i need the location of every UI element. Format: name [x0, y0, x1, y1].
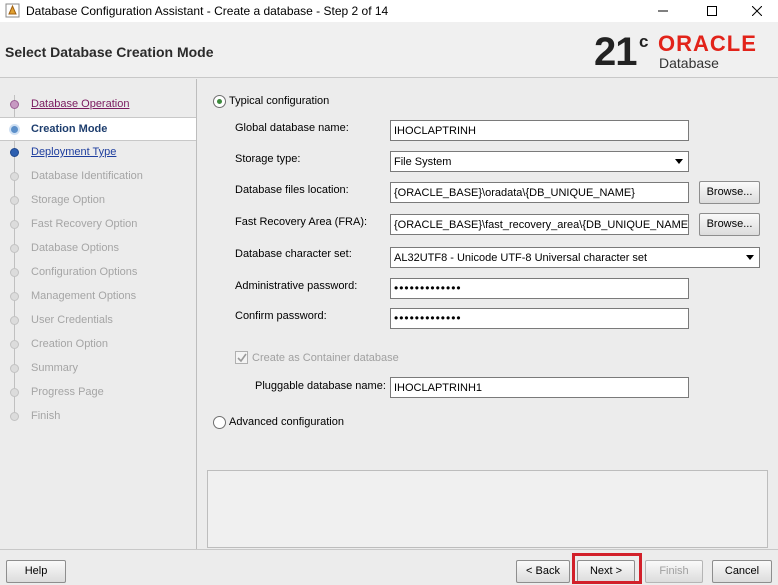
- header: Select Database Creation Mode 21 c ORACL…: [0, 22, 778, 78]
- close-button[interactable]: [734, 0, 778, 22]
- nav-item-label: Finish: [31, 410, 61, 422]
- typical-configuration-radio[interactable]: [213, 95, 226, 108]
- nav-item-label: Creation Option: [31, 338, 109, 350]
- nav-item-label: Database Operation: [31, 98, 130, 110]
- step-pending-icon: [10, 244, 19, 253]
- nav-item-label: Database Identification: [31, 170, 143, 182]
- nav-item-label: Database Options: [31, 242, 120, 254]
- step-pending-icon: [10, 172, 19, 181]
- maximize-button[interactable]: [689, 0, 735, 22]
- step-next-icon: [10, 148, 19, 157]
- logo-product: Database: [659, 55, 719, 71]
- title-bar: Database Configuration Assistant - Creat…: [0, 0, 778, 22]
- pdb-name-label: Pluggable database name:: [255, 380, 386, 392]
- db-files-location-label: Database files location:: [235, 184, 349, 196]
- nav-item-database-operation[interactable]: Database Operation: [0, 93, 196, 117]
- storage-type-value: File System: [394, 156, 452, 168]
- step-pending-icon: [10, 316, 19, 325]
- nav-item-label: Summary: [31, 362, 79, 374]
- chevron-down-icon: [746, 255, 754, 260]
- nav-item-deployment-type[interactable]: Deployment Type: [0, 141, 196, 165]
- logo-version-suffix: c: [639, 32, 649, 51]
- step-pending-icon: [10, 292, 19, 301]
- message-pane: [207, 470, 768, 548]
- page-title: Select Database Creation Mode: [5, 44, 214, 60]
- nav-item-label: Storage Option: [31, 194, 105, 206]
- nav-item-storage-option: Storage Option: [0, 189, 196, 213]
- confirm-password-label: Confirm password:: [235, 310, 327, 322]
- pdb-name-input[interactable]: IHOCLAPTRINH1: [390, 377, 689, 398]
- help-button[interactable]: Help: [6, 560, 66, 583]
- step-pending-icon: [10, 412, 19, 421]
- typical-configuration-label[interactable]: Typical configuration: [229, 95, 329, 107]
- advanced-configuration-radio[interactable]: [213, 416, 226, 429]
- logo-version: 21: [594, 30, 637, 74]
- fra-browse-button[interactable]: Browse...: [699, 213, 760, 236]
- nav-item-label: Creation Mode: [31, 123, 108, 135]
- oracle-logo: 21 c ORACLE Database: [594, 30, 774, 74]
- step-pending-icon: [10, 340, 19, 349]
- db-files-location-input[interactable]: {ORACLE_BASE}\oradata\{DB_UNIQUE_NAME}: [390, 182, 689, 203]
- step-current-icon: [9, 124, 20, 135]
- nav-item-database-identification: Database Identification: [0, 165, 196, 189]
- main-panel: Typical configuration Global database na…: [198, 79, 778, 549]
- nav-item-creation-option: Creation Option: [0, 333, 196, 357]
- chevron-down-icon: [675, 159, 683, 164]
- back-button[interactable]: < Back: [516, 560, 570, 583]
- container-db-checkbox[interactable]: [235, 351, 248, 364]
- storage-type-label: Storage type:: [235, 153, 301, 165]
- step-done-icon: [10, 100, 19, 109]
- finish-button: Finish: [645, 560, 703, 583]
- nav-item-label: Progress Page: [31, 386, 104, 398]
- step-pending-icon: [10, 220, 19, 229]
- storage-type-select[interactable]: File System: [390, 151, 689, 172]
- nav-item-summary: Summary: [0, 357, 196, 381]
- step-pending-icon: [10, 196, 19, 205]
- admin-password-input[interactable]: •••••••••••••: [390, 278, 689, 299]
- step-pending-icon: [10, 268, 19, 277]
- nav-item-label: Configuration Options: [31, 266, 138, 278]
- step-navigation: Database Operation Creation Mode Deploym…: [0, 79, 197, 549]
- checkmark-icon: [237, 353, 247, 363]
- minimize-icon: [658, 6, 668, 16]
- nav-item-creation-mode[interactable]: Creation Mode: [0, 117, 196, 141]
- app-icon: [5, 3, 20, 18]
- confirm-password-input[interactable]: •••••••••••••: [390, 308, 689, 329]
- nav-item-label: Management Options: [31, 290, 137, 302]
- nav-item-label: Deployment Type: [31, 146, 117, 158]
- nav-item-user-credentials: User Credentials: [0, 309, 196, 333]
- charset-label: Database character set:: [235, 248, 352, 260]
- db-files-browse-button[interactable]: Browse...: [699, 181, 760, 204]
- nav-item-label: User Credentials: [31, 314, 113, 326]
- nav-item-configuration-options: Configuration Options: [0, 261, 196, 285]
- nav-item-finish: Finish: [0, 405, 196, 429]
- close-icon: [752, 6, 762, 16]
- step-pending-icon: [10, 388, 19, 397]
- fra-input[interactable]: {ORACLE_BASE}\fast_recovery_area\{DB_UNI…: [390, 214, 689, 235]
- next-button-highlight: [572, 553, 642, 584]
- nav-item-fast-recovery-option: Fast Recovery Option: [0, 213, 196, 237]
- container-db-label: Create as Container database: [252, 352, 399, 364]
- logo-brand: ORACLE: [658, 31, 757, 56]
- nav-item-label: Fast Recovery Option: [31, 218, 138, 230]
- charset-select[interactable]: AL32UTF8 - Unicode UTF-8 Universal chara…: [390, 247, 760, 268]
- nav-item-management-options: Management Options: [0, 285, 196, 309]
- window-title: Database Configuration Assistant - Creat…: [26, 4, 389, 18]
- step-pending-icon: [10, 364, 19, 373]
- global-db-name-input[interactable]: IHOCLAPTRINH: [390, 120, 689, 141]
- minimize-button[interactable]: [640, 0, 686, 22]
- charset-value: AL32UTF8 - Unicode UTF-8 Universal chara…: [394, 252, 648, 264]
- cancel-button[interactable]: Cancel: [712, 560, 772, 583]
- footer: Help < Back Next > Finish Cancel: [0, 549, 778, 585]
- global-db-name-label: Global database name:: [235, 122, 349, 134]
- fra-label: Fast Recovery Area (FRA):: [235, 216, 368, 228]
- admin-password-label: Administrative password:: [235, 280, 358, 292]
- nav-item-progress-page: Progress Page: [0, 381, 196, 405]
- advanced-configuration-label[interactable]: Advanced configuration: [229, 416, 344, 428]
- maximize-icon: [707, 6, 717, 16]
- nav-item-database-options: Database Options: [0, 237, 196, 261]
